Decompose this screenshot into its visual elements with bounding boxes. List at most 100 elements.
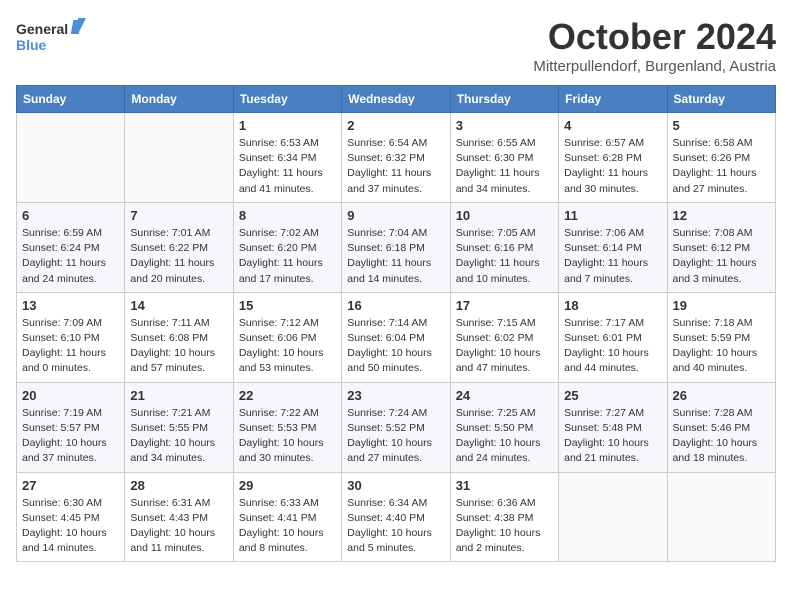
calendar-cell: 27Sunrise: 6:30 AMSunset: 4:45 PMDayligh…	[17, 472, 125, 562]
calendar-cell: 16Sunrise: 7:14 AMSunset: 6:04 PMDayligh…	[342, 292, 450, 382]
month-title: October 2024	[533, 16, 776, 58]
calendar-cell: 31 Sunrise: 6:36 AMSunset: 4:38 PMDayligh…	[450, 472, 558, 562]
calendar-cell	[125, 113, 233, 203]
day-number: 17	[456, 298, 553, 313]
calendar-cell: 23Sunrise: 7:24 AMSunset: 5:52 PMDayligh…	[342, 382, 450, 472]
day-number: 21	[130, 388, 227, 403]
calendar-cell: 10 Sunrise: 7:05 AMSunset: 6:16 PMDayligh…	[450, 202, 558, 292]
day-info: Sunrise: 7:19 AMSunset: 5:57 PMDaylight:…	[22, 406, 119, 467]
col-saturday: Saturday	[667, 86, 775, 113]
calendar-cell: 7 Sunrise: 7:01 AMSunset: 6:22 PMDaylight…	[125, 202, 233, 292]
calendar-cell: 28 Sunrise: 6:31 AMSunset: 4:43 PMDayligh…	[125, 472, 233, 562]
calendar-cell: 21 Sunrise: 7:21 AMSunset: 5:55 PMDayligh…	[125, 382, 233, 472]
day-info: Sunrise: 7:21 AMSunset: 5:55 PMDaylight:…	[130, 406, 227, 467]
col-tuesday: Tuesday	[233, 86, 341, 113]
calendar-cell: 29Sunrise: 6:33 AMSunset: 4:41 PMDayligh…	[233, 472, 341, 562]
calendar-cell: 30 Sunrise: 6:34 AMSunset: 4:40 PMDayligh…	[342, 472, 450, 562]
calendar-header: Sunday Monday Tuesday Wednesday Thursday…	[17, 86, 776, 113]
calendar-week-5: 27Sunrise: 6:30 AMSunset: 4:45 PMDayligh…	[17, 472, 776, 562]
day-info: Sunrise: 7:27 AMSunset: 5:48 PMDaylight:…	[564, 406, 661, 467]
day-info: Sunrise: 7:15 AMSunset: 6:02 PMDaylight:…	[456, 316, 553, 377]
day-info: Sunrise: 7:04 AMSunset: 6:18 PMDaylight:…	[347, 226, 444, 287]
day-number: 12	[673, 208, 770, 223]
day-number: 4	[564, 118, 661, 133]
calendar-week-4: 20 Sunrise: 7:19 AMSunset: 5:57 PMDayligh…	[17, 382, 776, 472]
day-number: 24	[456, 388, 553, 403]
title-block: October 2024 Mitterpullendorf, Burgenlan…	[533, 16, 776, 75]
calendar-cell: 24Sunrise: 7:25 AMSunset: 5:50 PMDayligh…	[450, 382, 558, 472]
day-info: Sunrise: 7:12 AMSunset: 6:06 PMDaylight:…	[239, 316, 336, 377]
calendar-cell	[667, 472, 775, 562]
col-thursday: Thursday	[450, 86, 558, 113]
day-info: Sunrise: 6:59 AMSunset: 6:24 PMDaylight:…	[22, 226, 119, 287]
day-number: 10	[456, 208, 553, 223]
day-info: Sunrise: 7:09 AMSunset: 6:10 PMDaylight:…	[22, 316, 119, 377]
day-number: 9	[347, 208, 444, 223]
day-number: 31	[456, 478, 553, 493]
page-header: General Blue October 2024 Mitterpullendo…	[16, 16, 776, 75]
svg-text:Blue: Blue	[16, 37, 47, 53]
calendar-cell: 3Sunrise: 6:55 AMSunset: 6:30 PMDaylight…	[450, 113, 558, 203]
day-info: Sunrise: 7:06 AMSunset: 6:14 PMDaylight:…	[564, 226, 661, 287]
calendar-cell: 6 Sunrise: 6:59 AMSunset: 6:24 PMDaylight…	[17, 202, 125, 292]
day-info: Sunrise: 6:55 AMSunset: 6:30 PMDaylight:…	[456, 136, 553, 197]
calendar-cell	[17, 113, 125, 203]
day-info: Sunrise: 6:31 AMSunset: 4:43 PMDaylight:…	[130, 496, 227, 557]
day-number: 22	[239, 388, 336, 403]
day-info: Sunrise: 7:08 AMSunset: 6:12 PMDaylight:…	[673, 226, 770, 287]
calendar-cell: 20 Sunrise: 7:19 AMSunset: 5:57 PMDayligh…	[17, 382, 125, 472]
day-number: 13	[22, 298, 119, 313]
calendar-cell: 1 Sunrise: 6:53 AMSunset: 6:34 PMDaylight…	[233, 113, 341, 203]
header-row: Sunday Monday Tuesday Wednesday Thursday…	[17, 86, 776, 113]
calendar-cell: 14 Sunrise: 7:11 AMSunset: 6:08 PMDayligh…	[125, 292, 233, 382]
day-info: Sunrise: 6:36 AMSunset: 4:38 PMDaylight:…	[456, 496, 553, 557]
calendar-cell: 8Sunrise: 7:02 AMSunset: 6:20 PMDaylight…	[233, 202, 341, 292]
col-sunday: Sunday	[17, 86, 125, 113]
day-number: 27	[22, 478, 119, 493]
day-number: 15	[239, 298, 336, 313]
day-number: 14	[130, 298, 227, 313]
day-number: 29	[239, 478, 336, 493]
calendar-cell: 18Sunrise: 7:17 AMSunset: 6:01 PMDayligh…	[559, 292, 667, 382]
day-number: 1	[239, 118, 336, 133]
calendar-cell: 5 Sunrise: 6:58 AMSunset: 6:26 PMDaylight…	[667, 113, 775, 203]
day-number: 8	[239, 208, 336, 223]
day-number: 28	[130, 478, 227, 493]
calendar-cell: 22 Sunrise: 7:22 AMSunset: 5:53 PMDayligh…	[233, 382, 341, 472]
day-number: 11	[564, 208, 661, 223]
day-number: 19	[673, 298, 770, 313]
day-info: Sunrise: 7:22 AMSunset: 5:53 PMDaylight:…	[239, 406, 336, 467]
calendar-body: 1 Sunrise: 6:53 AMSunset: 6:34 PMDaylight…	[17, 113, 776, 562]
day-info: Sunrise: 6:57 AMSunset: 6:28 PMDaylight:…	[564, 136, 661, 197]
col-wednesday: Wednesday	[342, 86, 450, 113]
day-info: Sunrise: 6:53 AMSunset: 6:34 PMDaylight:…	[239, 136, 336, 197]
calendar-week-1: 1 Sunrise: 6:53 AMSunset: 6:34 PMDaylight…	[17, 113, 776, 203]
logo: General Blue	[16, 16, 86, 60]
day-info: Sunrise: 7:28 AMSunset: 5:46 PMDaylight:…	[673, 406, 770, 467]
calendar-cell: 26 Sunrise: 7:28 AMSunset: 5:46 PMDayligh…	[667, 382, 775, 472]
day-info: Sunrise: 7:11 AMSunset: 6:08 PMDaylight:…	[130, 316, 227, 377]
day-info: Sunrise: 7:01 AMSunset: 6:22 PMDaylight:…	[130, 226, 227, 287]
day-number: 18	[564, 298, 661, 313]
day-info: Sunrise: 7:05 AMSunset: 6:16 PMDaylight:…	[456, 226, 553, 287]
day-number: 7	[130, 208, 227, 223]
location-subtitle: Mitterpullendorf, Burgenland, Austria	[533, 58, 776, 75]
calendar-week-2: 6 Sunrise: 6:59 AMSunset: 6:24 PMDaylight…	[17, 202, 776, 292]
calendar-cell: 2Sunrise: 6:54 AMSunset: 6:32 PMDaylight…	[342, 113, 450, 203]
calendar-cell: 12 Sunrise: 7:08 AMSunset: 6:12 PMDayligh…	[667, 202, 775, 292]
day-number: 6	[22, 208, 119, 223]
day-number: 5	[673, 118, 770, 133]
day-number: 20	[22, 388, 119, 403]
calendar-cell: 17 Sunrise: 7:15 AMSunset: 6:02 PMDayligh…	[450, 292, 558, 382]
day-info: Sunrise: 6:34 AMSunset: 4:40 PMDaylight:…	[347, 496, 444, 557]
day-number: 25	[564, 388, 661, 403]
day-number: 26	[673, 388, 770, 403]
calendar-cell: 11 Sunrise: 7:06 AMSunset: 6:14 PMDayligh…	[559, 202, 667, 292]
calendar-cell: 25 Sunrise: 7:27 AMSunset: 5:48 PMDayligh…	[559, 382, 667, 472]
calendar-cell: 19Sunrise: 7:18 AMSunset: 5:59 PMDayligh…	[667, 292, 775, 382]
col-friday: Friday	[559, 86, 667, 113]
calendar-table: Sunday Monday Tuesday Wednesday Thursday…	[16, 85, 776, 562]
calendar-cell: 13 Sunrise: 7:09 AMSunset: 6:10 PMDayligh…	[17, 292, 125, 382]
day-number: 30	[347, 478, 444, 493]
day-info: Sunrise: 6:58 AMSunset: 6:26 PMDaylight:…	[673, 136, 770, 197]
